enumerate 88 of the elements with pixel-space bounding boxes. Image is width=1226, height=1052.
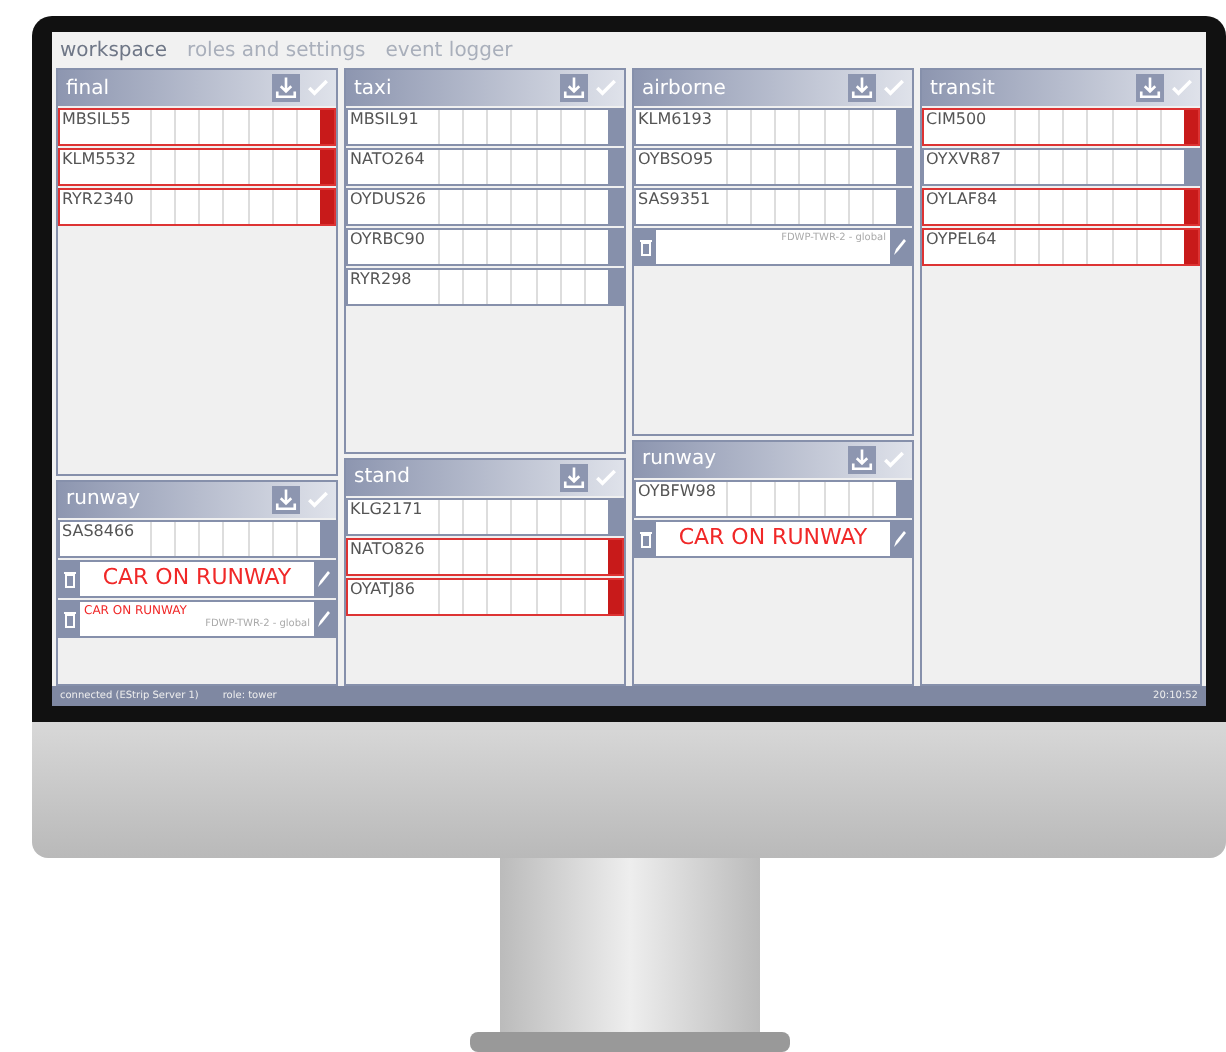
strip-end-tab[interactable] bbox=[1184, 190, 1198, 224]
flight-strip[interactable]: NATO264 bbox=[346, 148, 624, 186]
note-card[interactable]: CAR ON RUNWAY bbox=[58, 559, 336, 598]
flight-strip[interactable]: KLG2171 bbox=[346, 497, 624, 536]
strip-end-tab[interactable] bbox=[608, 110, 622, 144]
strip-end-tab[interactable] bbox=[608, 539, 622, 574]
note-text: CAR ON RUNWAY bbox=[676, 523, 870, 550]
check-icon[interactable] bbox=[1168, 74, 1196, 102]
strip-end-tab[interactable] bbox=[608, 190, 622, 224]
check-icon[interactable] bbox=[304, 74, 332, 102]
pencil-icon[interactable] bbox=[314, 601, 334, 636]
panel-title: runway bbox=[642, 448, 719, 471]
trash-icon[interactable] bbox=[60, 561, 80, 596]
callsign: KLG2171 bbox=[348, 499, 425, 522]
callsign: OYXVR87 bbox=[924, 150, 1003, 172]
flight-strip[interactable]: OYRBC90 bbox=[346, 228, 624, 266]
strip-end-tab[interactable] bbox=[608, 150, 622, 184]
trash-icon[interactable] bbox=[60, 601, 80, 636]
callsign: RYR298 bbox=[348, 270, 414, 292]
flight-strip[interactable]: MBSIL91 bbox=[346, 108, 624, 146]
strip-end-tab[interactable] bbox=[896, 150, 910, 184]
callsign: OYBSO95 bbox=[636, 150, 716, 172]
trash-icon[interactable] bbox=[636, 521, 656, 556]
pencil-icon[interactable] bbox=[890, 230, 910, 264]
strip-end-tab[interactable] bbox=[608, 230, 622, 264]
panel-title: final bbox=[66, 77, 112, 99]
pencil-icon[interactable] bbox=[314, 561, 334, 596]
flight-strip[interactable]: SAS9351 bbox=[634, 188, 912, 226]
check-icon[interactable] bbox=[880, 74, 908, 102]
callsign: OYATJ86 bbox=[348, 579, 417, 602]
panel-title: stand bbox=[354, 466, 412, 489]
strip-end-tab[interactable] bbox=[896, 110, 910, 144]
callsign: MBSIL91 bbox=[348, 110, 421, 132]
flight-strip[interactable]: OYPEL64 bbox=[922, 228, 1200, 266]
download-icon[interactable] bbox=[1136, 74, 1164, 102]
panel-title: airborne bbox=[642, 77, 728, 99]
panel-title: runway bbox=[66, 488, 143, 511]
flight-strip[interactable]: OYLAF84 bbox=[922, 188, 1200, 226]
callsign: KLM5532 bbox=[60, 150, 138, 172]
callsign: SAS8466 bbox=[60, 521, 137, 544]
callsign: NATO264 bbox=[348, 150, 427, 172]
flight-strip[interactable]: OYBSO95 bbox=[634, 148, 912, 186]
strip-end-tab[interactable] bbox=[1184, 150, 1198, 184]
note-card[interactable]: CAR ON RUNWAY bbox=[634, 519, 912, 558]
strip-end-tab[interactable] bbox=[320, 110, 334, 144]
callsign: NATO826 bbox=[348, 539, 427, 562]
panel-title: transit bbox=[930, 77, 997, 99]
strip-end-tab[interactable] bbox=[320, 190, 334, 224]
tab[interactable]: workspace bbox=[60, 40, 168, 62]
download-icon[interactable] bbox=[560, 74, 588, 102]
callsign: RYR2340 bbox=[60, 190, 136, 212]
flight-strip[interactable]: KLM6193 bbox=[634, 108, 912, 146]
check-icon[interactable] bbox=[592, 74, 620, 102]
callsign: OYDUS26 bbox=[348, 190, 429, 212]
strip-end-tab[interactable] bbox=[1184, 110, 1198, 144]
panel-title: taxi bbox=[354, 77, 394, 99]
flight-strip[interactable]: OYBFW98 bbox=[634, 479, 912, 518]
strip-end-tab[interactable] bbox=[608, 270, 622, 304]
note-text: CAR ON RUNWAY bbox=[100, 563, 294, 590]
strip-end-tab[interactable] bbox=[1184, 230, 1198, 264]
flight-strip[interactable]: SAS8466 bbox=[58, 519, 336, 558]
strip-end-tab[interactable] bbox=[320, 150, 334, 184]
callsign: MBSIL55 bbox=[60, 110, 133, 132]
flight-strip[interactable]: MBSIL55 bbox=[58, 108, 336, 146]
flight-strip[interactable]: OYATJ86 bbox=[346, 577, 624, 616]
flight-strip[interactable]: RYR298 bbox=[346, 268, 624, 306]
flight-strip[interactable]: CIM500 bbox=[922, 108, 1200, 146]
flight-strip[interactable]: RYR2340 bbox=[58, 188, 336, 226]
download-icon[interactable] bbox=[848, 445, 876, 474]
download-icon[interactable] bbox=[272, 74, 300, 102]
download-icon[interactable] bbox=[560, 463, 588, 492]
flight-strip[interactable]: KLM5532 bbox=[58, 148, 336, 186]
callsign: OYLAF84 bbox=[924, 190, 1000, 212]
trash-icon[interactable] bbox=[636, 230, 656, 264]
strip-end-tab[interactable] bbox=[608, 499, 622, 534]
flight-strip[interactable]: OYDUS26 bbox=[346, 188, 624, 226]
download-icon[interactable] bbox=[272, 485, 300, 514]
callsign: OYBFW98 bbox=[636, 481, 718, 504]
pencil-icon[interactable] bbox=[890, 521, 910, 556]
download-icon[interactable] bbox=[848, 74, 876, 102]
callsign: KLM6193 bbox=[636, 110, 714, 132]
strip-end-tab[interactable] bbox=[608, 579, 622, 614]
flight-strip[interactable]: OYXVR87 bbox=[922, 148, 1200, 186]
flight-strip[interactable]: NATO826 bbox=[346, 537, 624, 576]
callsign: SAS9351 bbox=[636, 190, 713, 212]
callsign: OYPEL64 bbox=[924, 230, 999, 252]
callsign: OYRBC90 bbox=[348, 230, 427, 252]
callsign: CIM500 bbox=[924, 110, 989, 132]
